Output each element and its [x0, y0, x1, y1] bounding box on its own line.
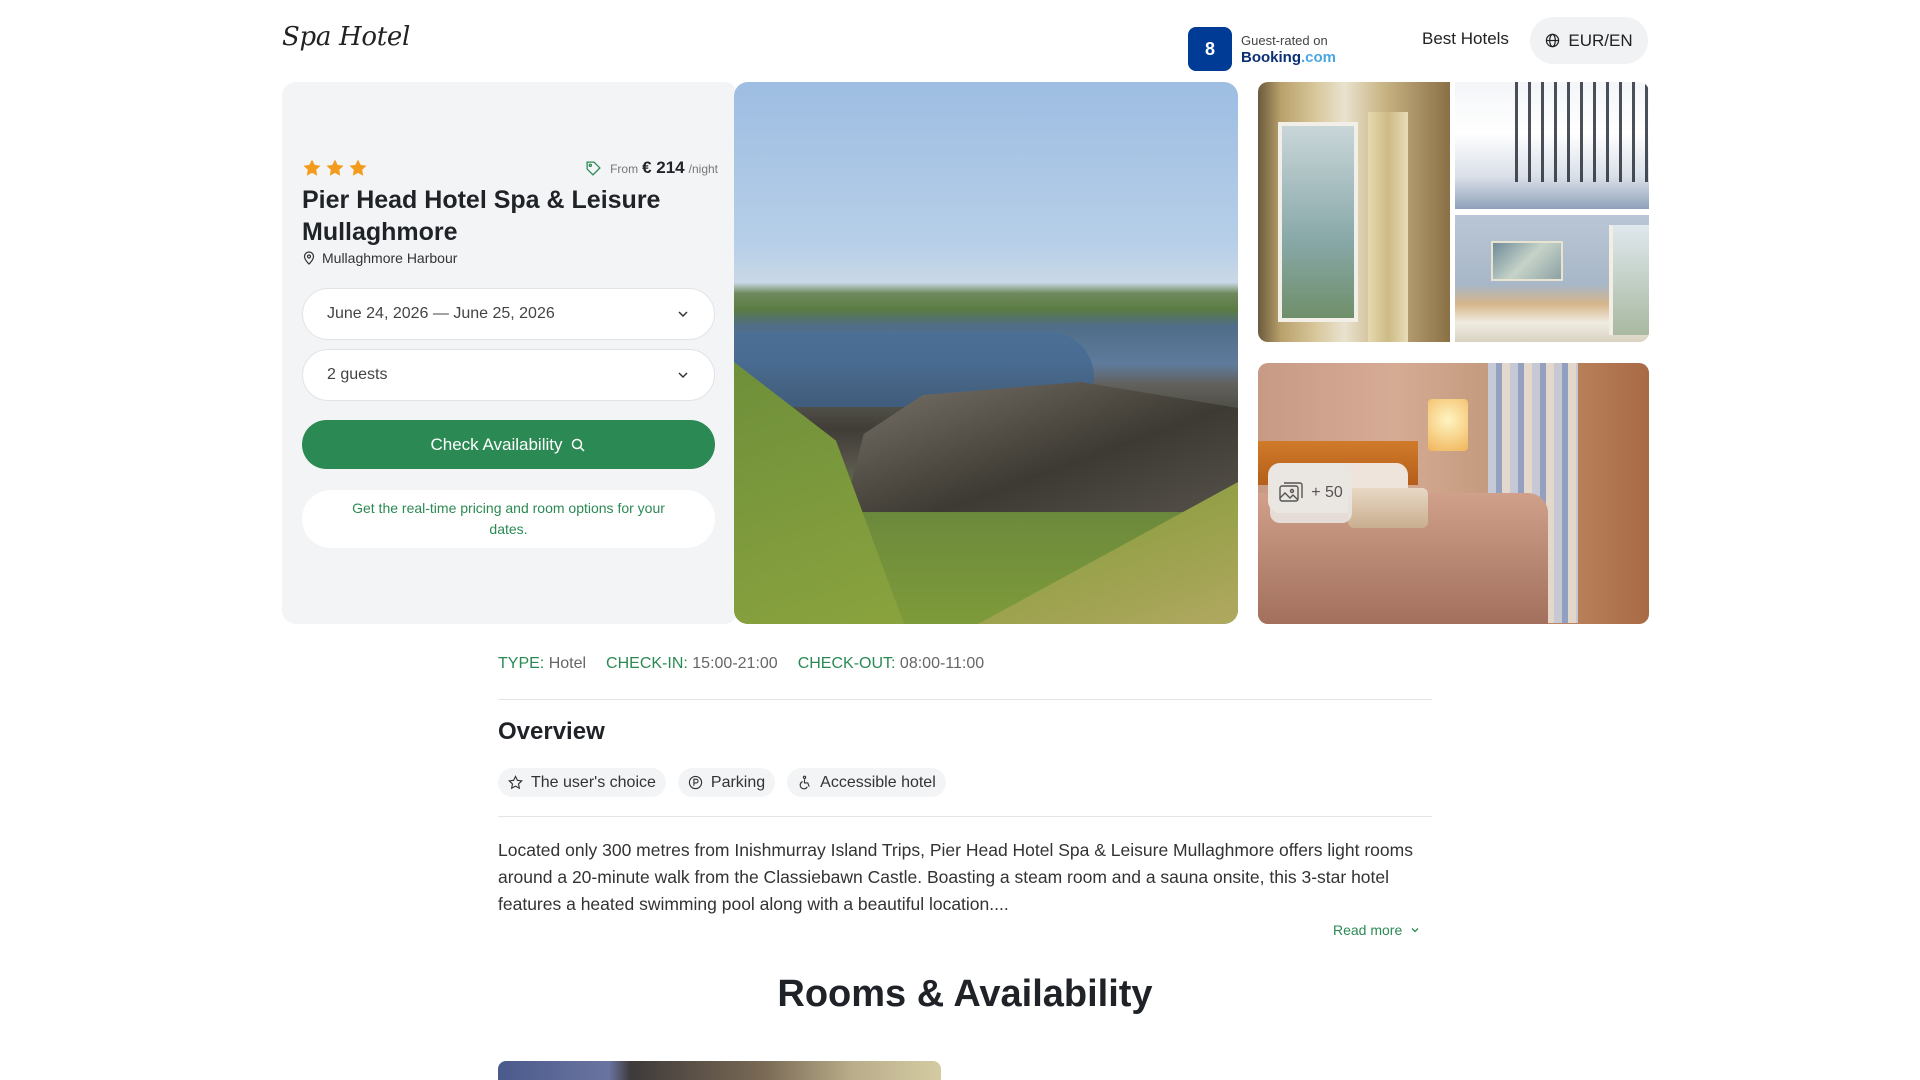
divider	[498, 699, 1432, 700]
read-more-link[interactable]: Read more	[1333, 922, 1420, 938]
hotel-location: Mullaghmore Harbour	[302, 250, 457, 266]
map-pin-icon	[303, 251, 315, 265]
rating-score: 8	[1188, 27, 1232, 71]
star-rating	[302, 158, 368, 178]
gallery-icon	[1279, 482, 1303, 502]
parking-icon	[688, 775, 703, 790]
price-prefix: From	[610, 162, 639, 176]
check-availability-button[interactable]: Check Availability	[302, 420, 715, 469]
guests-value: 2 guests	[327, 366, 388, 383]
more-photos-button[interactable]: + 50	[1270, 463, 1352, 523]
main-hotel-photo[interactable]	[734, 82, 1238, 624]
hotel-description: Located only 300 metres from Inishmurray…	[498, 840, 1413, 914]
currency-language-button[interactable]: EUR/EN	[1530, 17, 1648, 64]
realtime-pricing-note: Get the real-time pricing and room optio…	[302, 490, 715, 548]
currency-language-label: EUR/EN	[1568, 30, 1633, 50]
guests-select[interactable]: 2 guests	[302, 349, 715, 401]
rating-source: Guest-rated on Booking.com	[1241, 32, 1336, 66]
more-photos-count: + 50	[1311, 484, 1343, 501]
chip-parking: Parking	[677, 768, 776, 797]
guest-rating-badge: 8 Guest-rated on Booking.com	[1180, 20, 1360, 78]
date-range-select[interactable]: June 24, 2026 — June 25, 2026	[302, 288, 715, 340]
booking-card: From € 214 /night Pier Head Hotel Spa & …	[282, 82, 738, 624]
divider	[498, 816, 1432, 817]
price-suffix: /night	[688, 162, 718, 176]
site-logo[interactable]: Spa Hotel	[282, 22, 410, 52]
check-availability-label: Check Availability	[430, 434, 563, 454]
rooms-availability-title: Rooms & Availability	[777, 973, 1153, 1015]
chip-users-choice: The user's choice	[498, 768, 666, 797]
price-from: From € 214 /night	[585, 158, 718, 178]
rating-label: Guest-rated on	[1241, 33, 1328, 48]
globe-icon	[1546, 33, 1560, 48]
wheelchair-icon	[799, 775, 810, 790]
hero-section: From € 214 /night Pier Head Hotel Spa & …	[282, 82, 1649, 624]
chevron-down-icon	[678, 372, 688, 379]
room-photo[interactable]	[498, 1061, 941, 1080]
hotel-name: Pier Head Hotel Spa & Leisure Mullaghmor…	[302, 186, 661, 246]
chip-accessible: Accessible hotel	[787, 768, 946, 797]
price-amount: € 214	[642, 158, 685, 177]
star-icon	[303, 159, 321, 176]
booking-logo: Booking.com	[1241, 49, 1337, 66]
checkin-info: CHECK-IN: 15:00-21:00	[606, 655, 778, 672]
gallery-photo-room[interactable]	[1455, 215, 1649, 342]
price-tag-icon	[586, 160, 601, 176]
date-range-value: June 24, 2026 — June 25, 2026	[327, 305, 555, 322]
star-icon	[349, 159, 367, 176]
star-outline-icon	[508, 775, 523, 790]
type-info: TYPE: Hotel	[498, 655, 587, 672]
chevron-down-icon	[1411, 928, 1419, 933]
location-label: Mullaghmore Harbour	[322, 250, 458, 266]
gallery-photo-balcony[interactable]	[1455, 82, 1649, 209]
checkout-info: CHECK-OUT: 08:00-11:00	[797, 655, 985, 672]
hotel-details-row: TYPE: Hotel CHECK-IN: 15:00-21:00 CHECK-…	[498, 655, 984, 673]
search-icon	[572, 438, 586, 452]
chevron-down-icon	[678, 311, 688, 318]
overview-title: Overview	[498, 718, 605, 745]
amenity-chips: The user's choice Parking Accessible hot…	[498, 768, 946, 797]
nav-best-hotels-link[interactable]: Best Hotels	[1422, 29, 1509, 49]
star-icon	[326, 159, 344, 176]
gallery-photo-window[interactable]	[1258, 82, 1450, 342]
